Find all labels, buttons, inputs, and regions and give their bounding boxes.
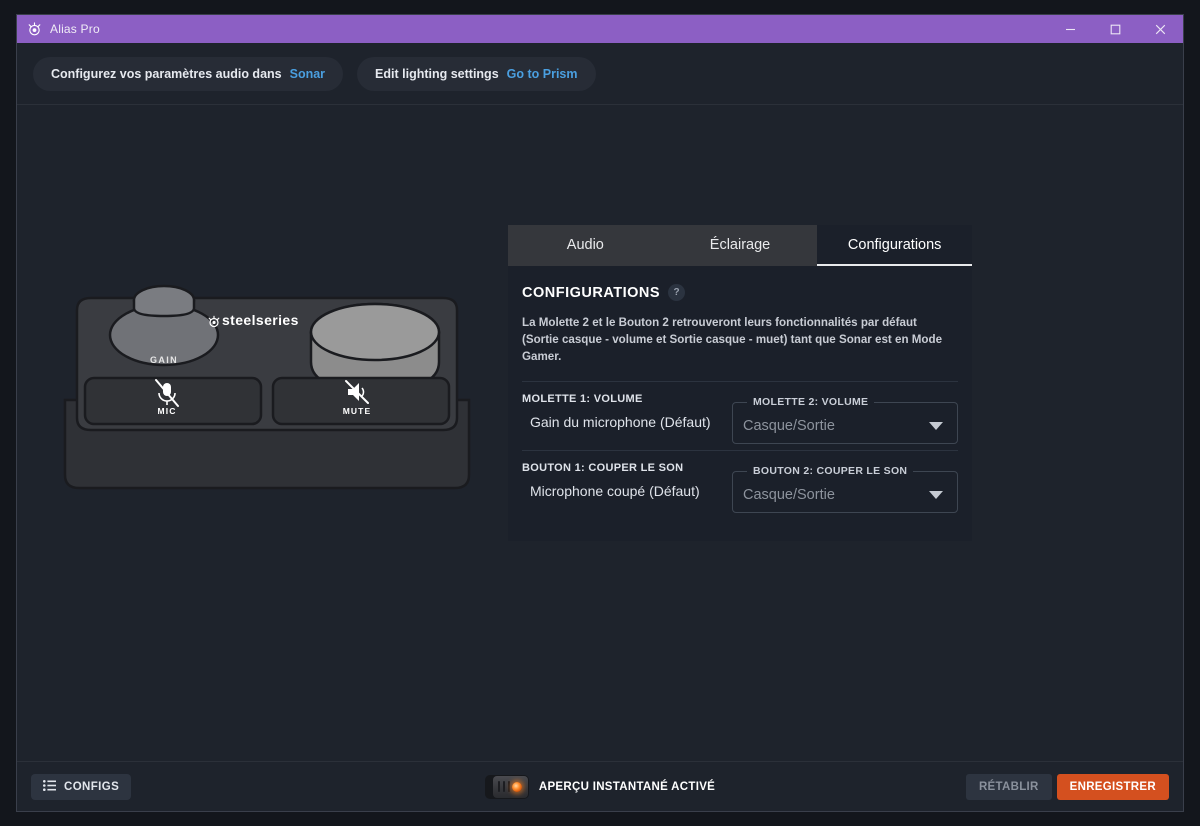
molette-1-label: MOLETTE 1: VOLUME [522, 393, 643, 405]
maximize-button[interactable] [1093, 15, 1138, 43]
tab-bar: Audio Éclairage Configurations [508, 225, 973, 266]
toggle-knob [492, 775, 528, 798]
config-row-molette: MOLETTE 1: VOLUME Gain du microphone (Dé… [522, 381, 958, 448]
tab-configurations-label: Configurations [847, 236, 942, 253]
tab-eclairage[interactable]: Éclairage [662, 225, 818, 266]
molette-1-group: MOLETTE 1: VOLUME Gain du microphone (Dé… [522, 391, 732, 430]
chevron-down-icon[interactable] [929, 421, 943, 430]
footer-bar: CONFIGS APERÇU INSTANTANÉ ACTIVÉ RÉTABLI… [17, 761, 1183, 811]
svg-text:MUTE: MUTE [343, 406, 371, 416]
tab-eclairage-label: Éclairage [709, 236, 771, 253]
bouton-2-legend: BOUTON 2: COUPER LE SON [753, 465, 908, 477]
bouton-2-group: BOUTON 2: COUPER LE SON Casque/Sortie [732, 460, 958, 513]
svg-text:GAIN: GAIN [150, 355, 178, 365]
prism-banner[interactable]: Edit lighting settings Go to Prism [357, 56, 596, 91]
body-area: GAIN steelseries MIC MUTE Audio Éclairag… [17, 105, 1183, 761]
molette-1-value: Gain du microphone (Défaut) [530, 414, 711, 430]
save-button[interactable]: ENREGISTRER [1056, 773, 1169, 800]
sonar-banner[interactable]: Configurez vos paramètres audio dans Son… [33, 56, 344, 91]
molette-2-value: Casque/Sortie [743, 417, 835, 434]
instant-preview-label: APERÇU INSTANTANÉ ACTIVÉ [538, 780, 716, 793]
minimize-button[interactable] [1048, 15, 1093, 43]
bouton-1-group: BOUTON 1: COUPER LE SON Microphone coupé… [522, 460, 732, 499]
configs-button-label: CONFIGS [64, 780, 120, 793]
prism-link[interactable]: Go to Prism [507, 67, 578, 81]
svg-text:steelseries: steelseries [222, 312, 299, 328]
tab-audio-label: Audio [566, 236, 604, 253]
reset-button[interactable]: RÉTABLIR [965, 773, 1052, 800]
molette-2-select[interactable]: MOLETTE 2: VOLUME Casque/Sortie [732, 396, 958, 444]
tab-audio[interactable]: Audio [508, 225, 663, 266]
help-icon[interactable]: ? [668, 284, 686, 301]
banner-row: Configurez vos paramètres audio dans Son… [17, 43, 1183, 105]
bouton-1-value: Microphone coupé (Défaut) [530, 483, 700, 499]
tab-configurations[interactable]: Configurations [817, 225, 973, 266]
config-row-bouton: BOUTON 1: COUPER LE SON Microphone coupé… [522, 450, 958, 517]
title-bar: Alias Pro [17, 15, 1183, 43]
svg-text:MIC: MIC [158, 406, 177, 416]
grip-line [498, 781, 501, 792]
section-header: CONFIGURATIONS ? [522, 284, 958, 301]
window-controls [1048, 15, 1183, 43]
device-illustration: GAIN steelseries MIC MUTE [57, 250, 507, 510]
panel-content: CONFIGURATIONS ? La Molette 2 et le Bout… [508, 266, 972, 541]
molette-2-legend: MOLETTE 2: VOLUME [753, 396, 869, 408]
footer-actions: RÉTABLIR ENREGISTRER [965, 773, 1169, 800]
close-button[interactable] [1138, 15, 1183, 43]
configs-button[interactable]: CONFIGS [31, 773, 132, 800]
bouton-1-label: BOUTON 1: COUPER LE SON [522, 462, 684, 474]
prism-banner-text: Edit lighting settings [375, 66, 499, 81]
panel-description: La Molette 2 et le Bouton 2 retrouveront… [522, 316, 943, 363]
led-indicator-icon [512, 781, 523, 792]
sonar-link[interactable]: Sonar [290, 67, 325, 81]
list-icon [43, 779, 56, 794]
grip-line [507, 781, 510, 792]
bouton-2-value: Casque/Sortie [743, 486, 835, 503]
instant-preview-toggle[interactable] [484, 774, 529, 799]
steelseries-logo-icon [27, 21, 42, 37]
window-title: Alias Pro [50, 22, 100, 36]
molette-2-group: MOLETTE 2: VOLUME Casque/Sortie [732, 391, 958, 444]
section-title: CONFIGURATIONS [522, 284, 661, 301]
sonar-banner-text: Configurez vos paramètres audio dans [51, 66, 282, 81]
chevron-down-icon[interactable] [929, 490, 943, 499]
application-window: Alias Pro Configurez vos paramètres audi… [16, 14, 1184, 812]
settings-panel: Audio Éclairage Configurations CONFIGURA… [508, 225, 973, 541]
bouton-2-select[interactable]: BOUTON 2: COUPER LE SON Casque/Sortie [732, 465, 958, 513]
title-bar-left: Alias Pro [17, 21, 100, 37]
grip-line [502, 781, 505, 792]
